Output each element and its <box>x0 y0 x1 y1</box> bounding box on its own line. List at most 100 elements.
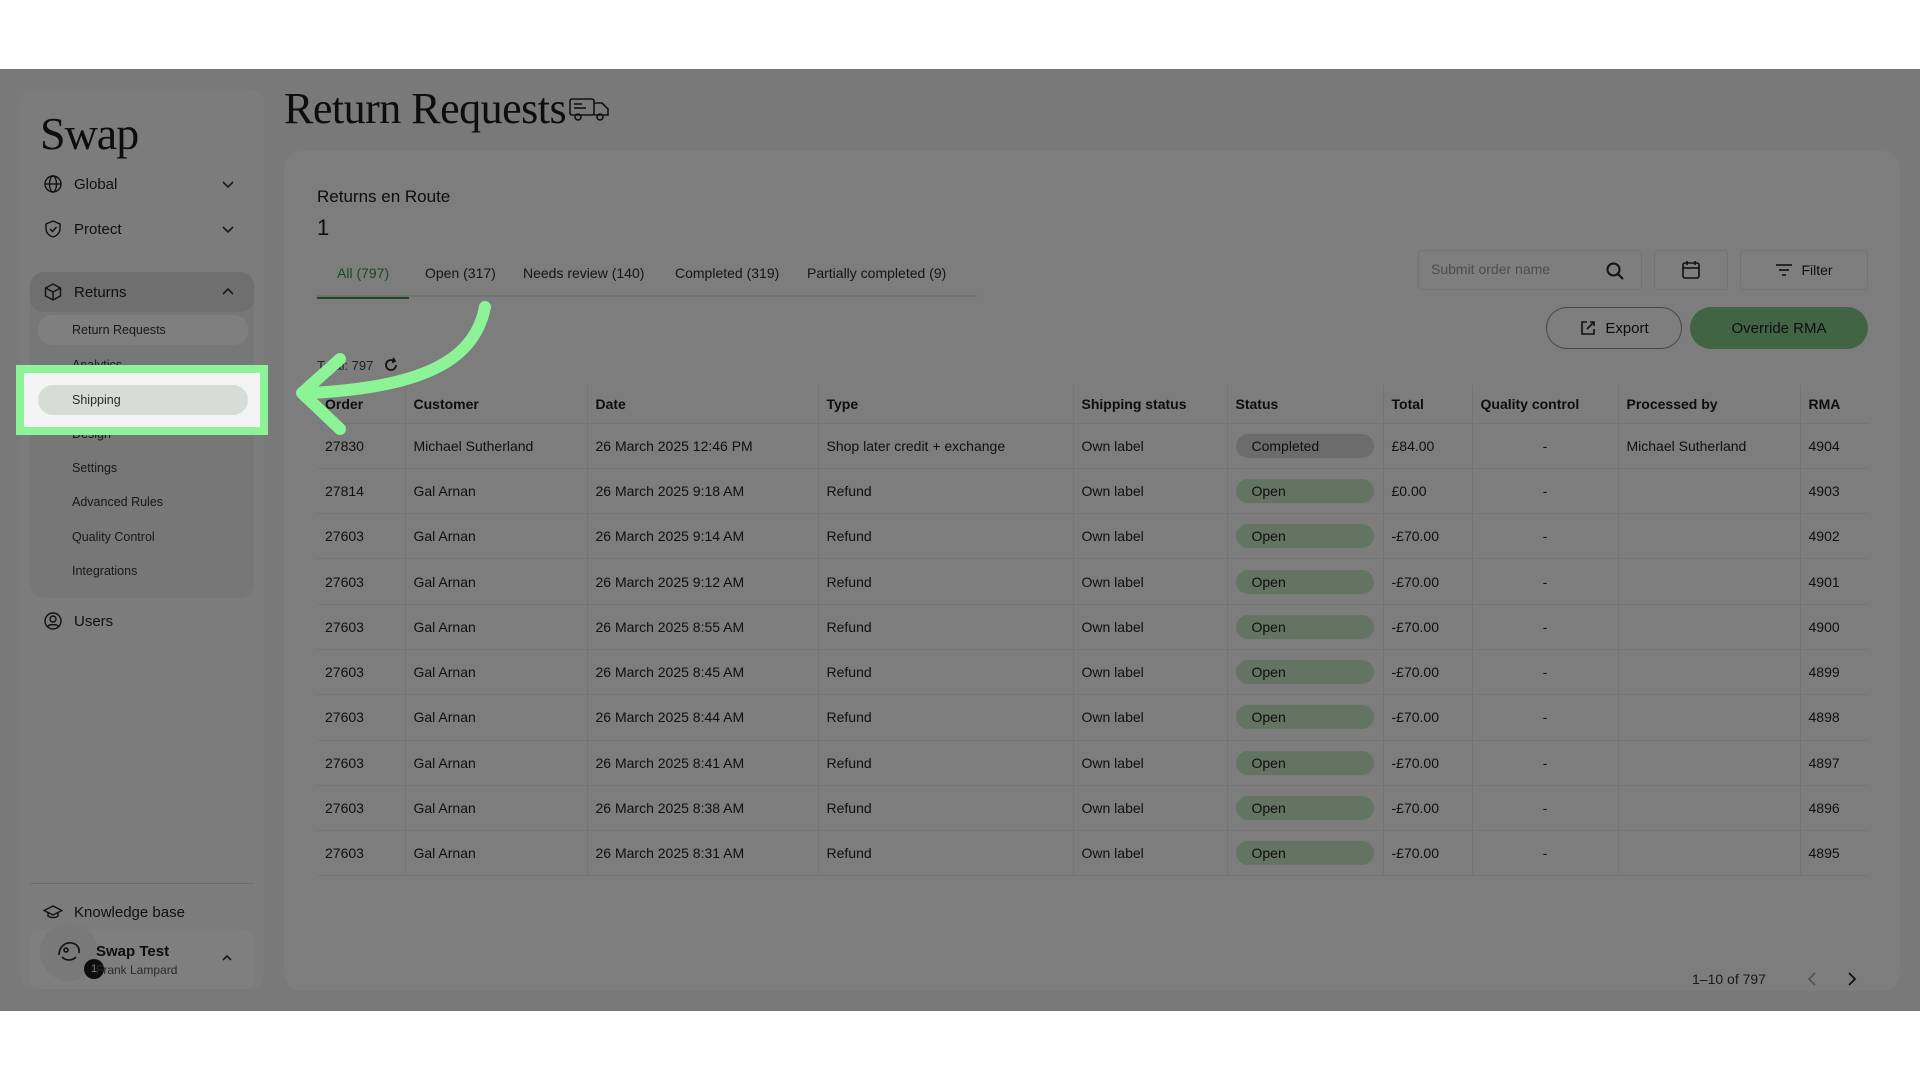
chevron-right-icon[interactable] <box>1842 969 1862 989</box>
table-row[interactable]: 27603 Gal Arnan 26 March 2025 9:12 AM Refun… <box>317 558 1869 605</box>
sidebar-item-global[interactable]: Global <box>30 164 254 204</box>
sidebar-sub-quality-control[interactable]: Quality Control <box>38 522 248 552</box>
cell-status: Completed <box>1226 423 1383 469</box>
sidebar-item-protect[interactable]: Protect <box>30 209 254 249</box>
col-header-processed-by[interactable]: Processed by <box>1617 385 1800 424</box>
col-header-rma[interactable]: RMA <box>1799 385 1869 424</box>
chevron-down-icon[interactable] <box>220 176 236 192</box>
cell-quality-control: - <box>1471 468 1618 515</box>
highlighted-shipping-item[interactable]: Shipping <box>38 385 248 415</box>
search-input[interactable] <box>1431 261 1591 277</box>
export-label: Export <box>1605 319 1649 337</box>
chevron-left-icon[interactable] <box>1802 969 1822 989</box>
tab-partially-completed[interactable]: Partially completed (9) <box>787 259 966 297</box>
chevron-down-icon[interactable] <box>220 221 236 237</box>
filter-label: Filter <box>1801 262 1833 278</box>
tab-completed[interactable]: Completed (319) <box>655 259 799 297</box>
cell-type: Refund <box>817 558 1073 605</box>
cell-order: 27603 <box>317 649 405 696</box>
table-row[interactable]: 27603 Gal Arnan 26 March 2025 9:14 AM Refun… <box>317 513 1869 560</box>
sidebar-item-users[interactable]: Users <box>30 601 254 641</box>
cell-date: 26 March 2025 9:12 AM <box>586 558 818 605</box>
cell-processed-by <box>1617 558 1800 605</box>
sidebar-item-returns[interactable]: Returns <box>30 272 254 312</box>
col-header-type[interactable]: Type <box>817 385 1073 424</box>
col-header-shipping-status[interactable]: Shipping status <box>1072 385 1227 424</box>
sidebar-divider <box>30 883 254 884</box>
cell-status: Open <box>1226 694 1383 741</box>
chevron-up-icon[interactable] <box>220 284 236 300</box>
cell-rma: 4903 <box>1799 468 1869 515</box>
pagination-label: 1–10 of 797 <box>1692 971 1766 987</box>
cell-customer: Gal Arnan <box>404 468 587 515</box>
cell-total: -£70.00 <box>1382 513 1472 560</box>
table-row[interactable]: 27603 Gal Arnan 26 March 2025 8:38 AM Refun… <box>317 785 1869 832</box>
date-picker-button[interactable] <box>1654 250 1728 290</box>
chevron-up-icon[interactable] <box>220 951 234 965</box>
cell-total: -£70.00 <box>1382 830 1472 877</box>
table-row[interactable]: 27603 Gal Arnan 26 March 2025 8:31 AM Refun… <box>317 830 1869 877</box>
tab-all[interactable]: All (797) <box>317 259 410 299</box>
col-header-quality-control[interactable]: Quality control <box>1471 385 1618 424</box>
cell-type: Refund <box>817 649 1073 696</box>
cell-status: Open <box>1226 740 1383 786</box>
cell-total: £0.00 <box>1382 468 1472 515</box>
cell-quality-control: - <box>1471 558 1618 605</box>
cell-quality-control: - <box>1471 604 1618 650</box>
status-badge: Open <box>1235 478 1374 503</box>
search-box <box>1418 250 1642 290</box>
table-row[interactable]: 27603 Gal Arnan 26 March 2025 8:55 AM Refun… <box>317 604 1869 650</box>
cell-type: Refund <box>817 694 1073 741</box>
col-header-total[interactable]: Total <box>1382 385 1472 424</box>
cell-type: Refund <box>817 740 1073 786</box>
cell-quality-control: - <box>1471 649 1618 696</box>
cell-date: 26 March 2025 9:14 AM <box>586 513 818 560</box>
cell-shipping-status: Own label <box>1072 423 1227 469</box>
cell-processed-by: Michael Sutherland <box>1617 423 1800 469</box>
cell-shipping-status: Own label <box>1072 694 1227 741</box>
cell-type: Refund <box>817 468 1073 515</box>
cell-date: 26 March 2025 12:46 PM <box>586 423 818 469</box>
col-header-status[interactable]: Status <box>1226 385 1383 424</box>
truck-icon <box>569 98 609 121</box>
filter-button[interactable]: Filter <box>1740 250 1868 290</box>
override-rma-button[interactable]: Override RMA <box>1690 307 1868 349</box>
returns-en-route-label: Returns en Route <box>317 187 451 206</box>
returns-table: Order Customer Date Type Shipping status… <box>317 385 1869 877</box>
table-row[interactable]: 27830 Michael Sutherland 26 March 2025 12:… <box>317 423 1869 469</box>
main-card: Returns en Route 1 All (797) Open (317) … <box>284 151 1900 991</box>
table-row[interactable]: 27603 Gal Arnan 26 March 2025 8:44 AM Refun… <box>317 694 1869 741</box>
returns-en-route-count: 1 <box>317 215 330 240</box>
sidebar-sub-advanced-rules[interactable]: Advanced Rules <box>38 487 248 517</box>
export-button[interactable]: Export <box>1546 307 1682 349</box>
cell-type: Refund <box>817 830 1073 877</box>
sidebar-item-label: Returns <box>74 283 127 301</box>
box-icon <box>42 281 64 303</box>
search-icon[interactable] <box>1605 261 1625 281</box>
col-header-date[interactable]: Date <box>586 385 818 424</box>
sidebar-item-label: Knowledge base <box>74 903 185 921</box>
cell-status: Open <box>1226 558 1383 605</box>
table-row[interactable]: 27603 Gal Arnan 26 March 2025 8:41 AM Refun… <box>317 740 1869 786</box>
cell-total: £84.00 <box>1382 423 1472 469</box>
sidebar-sub-return-requests[interactable]: Return Requests <box>38 315 248 345</box>
cell-customer: Gal Arnan <box>404 604 587 650</box>
pointer-arrow-icon <box>296 301 491 435</box>
table-row[interactable]: 27814 Gal Arnan 26 March 2025 9:18 AM Refun… <box>317 468 1869 515</box>
cell-total: -£70.00 <box>1382 740 1472 786</box>
sidebar-sub-settings[interactable]: Settings <box>38 453 248 483</box>
cell-status: Open <box>1226 513 1383 560</box>
table-row[interactable]: 27603 Gal Arnan 26 March 2025 8:45 AM Refun… <box>317 649 1869 696</box>
cell-status: Open <box>1226 604 1383 650</box>
user-account-card[interactable]: 1 Swap Test Frank Lampard <box>30 923 254 989</box>
tab-needs-review[interactable]: Needs review (140) <box>503 259 664 297</box>
status-tabs: All (797) Open (317) Needs review (140) … <box>317 259 977 299</box>
sidebar-sub-integrations[interactable]: Integrations <box>38 556 248 586</box>
cell-date: 26 March 2025 8:38 AM <box>586 785 818 832</box>
sidebar-item-label: Global <box>74 175 118 193</box>
cell-date: 26 March 2025 8:55 AM <box>586 604 818 650</box>
cell-order: 27603 <box>317 830 405 877</box>
tab-open[interactable]: Open (317) <box>405 259 516 297</box>
cell-rma: 4901 <box>1799 558 1869 605</box>
cell-date: 26 March 2025 8:41 AM <box>586 740 818 786</box>
